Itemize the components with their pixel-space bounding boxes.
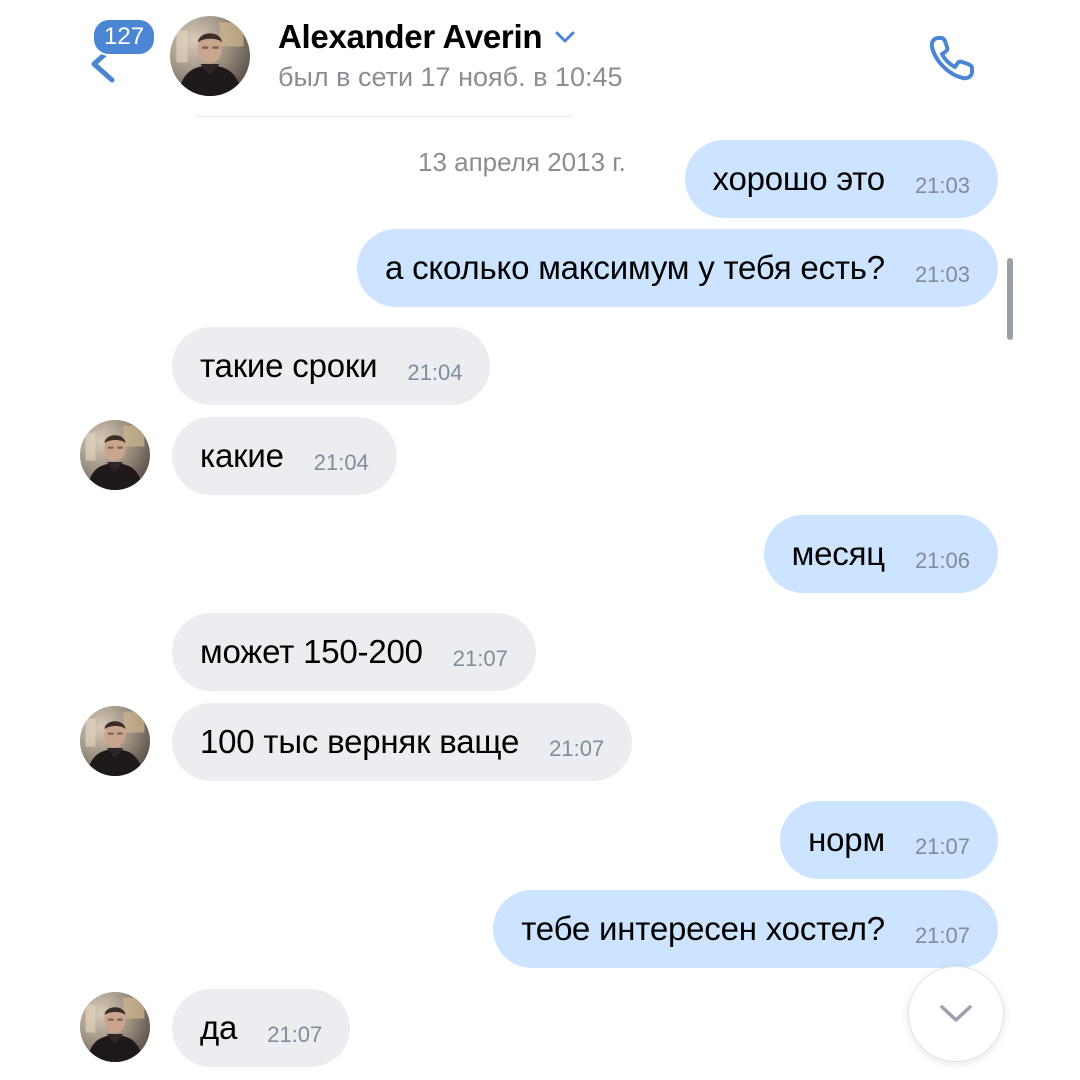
message-bubble[interactable]: какие 21:04 [172,417,397,495]
message-text: какие [200,437,284,474]
chevron-down-icon [940,1005,972,1022]
message-text: 100 тыс верняк ваще [200,723,520,760]
unread-count-badge: 127 [92,18,157,56]
message-text: а сколько максимум у тебя есть? [384,249,885,286]
message-bubble[interactable]: а сколько максимум у тебя есть? 21:03 [356,229,998,307]
scrollbar[interactable] [1007,258,1013,340]
message-time: 21:06 [914,548,970,573]
message-bubble[interactable]: хорошо это 21:03 [684,140,998,218]
date-separator: 13 апреля 2013 г. [392,140,652,184]
message-bubble[interactable]: тебе интересен хостел? 21:07 [493,890,998,968]
message-time: 21:04 [407,360,463,385]
chat-header: 127 Alexander Averin был в сети 17 нояб.… [0,0,1080,117]
contact-avatar[interactable] [170,16,250,96]
message-time: 21:03 [914,262,970,287]
back-button[interactable]: 127 [86,18,157,88]
message-time: 21:03 [914,173,970,198]
message-time: 21:07 [549,736,605,761]
header-divider [196,116,572,117]
last-seen-status: был в сети 17 нояб. в 10:45 [278,62,623,92]
scroll-down-button[interactable] [908,966,1004,1062]
sender-avatar[interactable] [80,992,150,1062]
message-text: да [200,1009,238,1046]
message-text: такие сроки [200,347,378,384]
message-bubble[interactable]: месяц 21:06 [763,515,998,593]
message-bubble[interactable]: 100 тыс верняк ваще 21:07 [172,703,633,781]
chevron-down-icon [555,31,575,43]
message-bubble[interactable]: да 21:07 [172,989,351,1067]
message-time: 21:04 [313,450,369,475]
phone-icon[interactable] [924,30,980,86]
message-text: хорошо это [712,160,886,197]
message-text: может 150-200 [200,633,423,670]
message-time: 21:07 [267,1022,323,1047]
message-bubble[interactable]: норм 21:07 [780,801,998,879]
contact-name: Alexander Averin [278,18,543,55]
message-bubble[interactable]: такие сроки 21:04 [172,327,491,405]
message-text: месяц [791,535,886,572]
message-time: 21:07 [914,834,970,859]
message-time: 21:07 [452,646,508,671]
message-text: тебе интересен хостел? [521,910,885,947]
message-time: 21:07 [914,923,970,948]
sender-avatar[interactable] [80,706,150,776]
contact-name-row[interactable]: Alexander Averin [278,18,576,56]
message-bubble[interactable]: может 150-200 21:07 [172,613,536,691]
message-text: норм [808,821,885,858]
sender-avatar[interactable] [80,420,150,490]
